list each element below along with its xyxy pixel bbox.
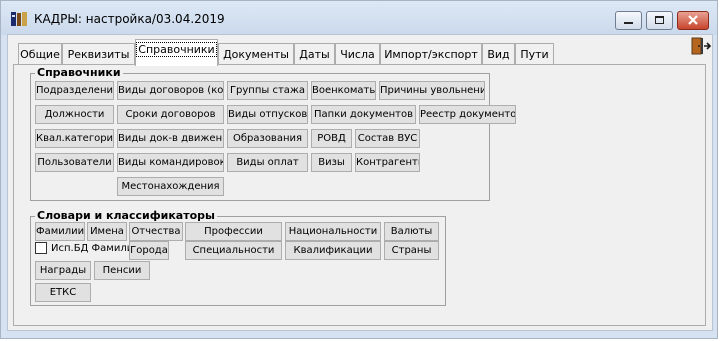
- btn-patronymics[interactable]: Отчества: [129, 222, 183, 241]
- btn-qual-categories[interactable]: Квал.категории: [35, 129, 114, 148]
- tab-label: Пути: [520, 48, 549, 61]
- tab-dates[interactable]: Даты: [294, 43, 335, 65]
- tab-numbers[interactable]: Числа: [335, 43, 380, 65]
- window-title: КАДРЫ: настройка/03.04.2019: [34, 12, 225, 26]
- btn-educations[interactable]: Образования: [227, 129, 308, 148]
- tab-label: Числа: [340, 48, 375, 61]
- btn-countries[interactable]: Страны: [384, 241, 439, 260]
- btn-visas[interactable]: Визы: [311, 153, 352, 172]
- btn-departments[interactable]: Подразделения: [35, 81, 114, 100]
- app-icon[interactable]: [11, 11, 27, 26]
- maximize-icon: [647, 14, 672, 33]
- minimize-icon: [616, 14, 641, 33]
- tab-label: Вид: [487, 48, 510, 61]
- tab-label: Реквизиты: [67, 48, 130, 61]
- btn-cities[interactable]: Города: [129, 241, 169, 260]
- tab-label: Справочники: [136, 42, 217, 57]
- btn-first-names[interactable]: Имена: [87, 222, 127, 241]
- exit-door-icon: [689, 37, 712, 61]
- btn-etks[interactable]: ЕТКС: [35, 283, 91, 302]
- close-icon: [678, 14, 708, 33]
- btn-document-register[interactable]: Реестр документов: [419, 105, 516, 124]
- btn-military-offices[interactable]: Военкоматы: [311, 81, 376, 100]
- use-surnames-db-checkbox[interactable]: [35, 242, 47, 254]
- btn-awards[interactable]: Награды: [35, 261, 91, 280]
- dictionaries-group-label: Словари и классификаторы: [35, 209, 217, 222]
- btn-business-trip-types[interactable]: Виды командировок: [117, 153, 224, 172]
- btn-pensions[interactable]: Пенсии: [94, 261, 150, 280]
- tab-panel: Справочники Подразделения Виды договоров…: [13, 64, 706, 326]
- use-surnames-db-label: Исп.БД Фамилии: [51, 243, 140, 254]
- btn-contract-types[interactable]: Виды договоров (контр.): [117, 81, 224, 100]
- btn-seniority-groups[interactable]: Группы стажа: [227, 81, 308, 100]
- btn-positions[interactable]: Должности: [35, 105, 114, 124]
- btn-contract-terms[interactable]: Сроки договоров: [117, 105, 224, 124]
- tab-general[interactable]: Общие: [18, 43, 62, 65]
- tab-view[interactable]: Вид: [482, 43, 515, 65]
- btn-rovd[interactable]: РОВД: [311, 129, 352, 148]
- btn-vacation-types[interactable]: Виды отпусков: [227, 105, 308, 124]
- app-window: КАДРЫ: настройка/03.04.2019 Общие Реквиз…: [0, 0, 718, 339]
- tab-label: Даты: [299, 48, 330, 61]
- maximize-button[interactable]: [646, 11, 673, 30]
- btn-vus-composition[interactable]: Состав ВУС: [355, 129, 420, 148]
- btn-surnames[interactable]: Фамилии: [35, 222, 85, 241]
- tab-documents[interactable]: Документы: [218, 43, 294, 65]
- tab-references[interactable]: Справочники: [135, 39, 218, 66]
- btn-currencies[interactable]: Валюты: [384, 222, 439, 241]
- btn-users[interactable]: Пользователи: [35, 153, 114, 172]
- btn-payment-types[interactable]: Виды оплат: [227, 153, 308, 172]
- btn-dismissal-reasons[interactable]: Причины увольнений: [379, 81, 485, 100]
- btn-counterparties[interactable]: Контрагенты: [355, 153, 420, 172]
- client-area: Общие Реквизиты Справочники Документы Да…: [7, 34, 713, 331]
- title-bar[interactable]: КАДРЫ: настройка/03.04.2019: [1, 1, 717, 35]
- tab-import-export[interactable]: Импорт/экспорт: [380, 43, 482, 65]
- tab-requisites[interactable]: Реквизиты: [62, 43, 135, 65]
- btn-nationalities[interactable]: Национальности: [285, 222, 381, 241]
- close-button[interactable]: [677, 11, 709, 30]
- minimize-button[interactable]: [615, 11, 642, 30]
- btn-professions[interactable]: Профессии: [185, 222, 282, 241]
- exit-button[interactable]: [689, 35, 712, 57]
- tab-label: Общие: [20, 48, 60, 61]
- btn-locations[interactable]: Местонахождения: [117, 177, 224, 196]
- btn-specialties[interactable]: Специальности: [185, 241, 282, 260]
- reference-group-label: Справочники: [35, 66, 123, 79]
- tab-label: Документы: [223, 48, 289, 61]
- btn-document-folders[interactable]: Папки документов: [311, 105, 416, 124]
- tab-paths[interactable]: Пути: [515, 43, 554, 65]
- btn-qualifications[interactable]: Квалификации: [285, 241, 381, 260]
- btn-movement-doc-types[interactable]: Виды док-в движения: [117, 129, 224, 148]
- tab-label: Импорт/экспорт: [384, 48, 478, 61]
